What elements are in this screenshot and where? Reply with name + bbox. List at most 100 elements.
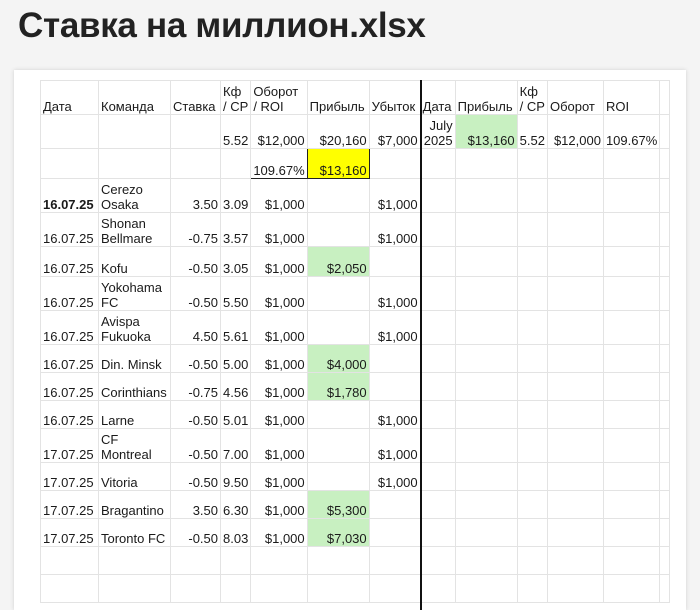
cell[interactable] <box>250 546 308 575</box>
cell[interactable] <box>98 546 171 575</box>
cell[interactable] <box>454 518 518 547</box>
bet-profit[interactable] <box>306 400 370 429</box>
total-roi[interactable]: 109.67% <box>250 148 308 179</box>
bet-kf[interactable]: 7.00 <box>219 428 252 463</box>
cell[interactable] <box>659 400 671 429</box>
net-profit[interactable]: $13,160 <box>306 148 370 179</box>
column-header[interactable]: Ставка <box>170 80 221 115</box>
cell[interactable] <box>419 490 456 519</box>
bet-turnover[interactable]: $1,000 <box>250 372 308 401</box>
bet-kf[interactable]: 8.03 <box>219 518 252 547</box>
cell[interactable] <box>516 546 548 575</box>
cell[interactable] <box>659 518 671 547</box>
cell[interactable] <box>659 574 671 603</box>
bet-profit[interactable]: $1,780 <box>306 372 370 401</box>
cell[interactable] <box>546 546 604 575</box>
bet-team[interactable]: Corinthians <box>98 372 171 401</box>
month-profit[interactable]: $13,160 <box>454 114 518 149</box>
bet-team[interactable]: Din. Minsk <box>98 344 171 373</box>
column-header[interactable]: Кф / СР <box>219 80 252 115</box>
bet-date[interactable]: 16.07.25 <box>40 178 99 213</box>
cell[interactable] <box>659 212 671 247</box>
cell[interactable] <box>419 400 456 429</box>
bet-stake[interactable]: -0.50 <box>170 518 221 547</box>
bet-kf[interactable]: 3.09 <box>219 178 252 213</box>
cell[interactable] <box>659 490 671 519</box>
bet-date[interactable]: 17.07.25 <box>40 518 99 547</box>
cell[interactable] <box>368 148 421 179</box>
cell[interactable] <box>546 276 604 311</box>
bet-stake[interactable]: -0.50 <box>170 428 221 463</box>
bet-loss[interactable]: $1,000 <box>368 462 421 491</box>
cell[interactable] <box>546 490 604 519</box>
month-turnover[interactable]: $12,000 <box>546 114 604 149</box>
cell[interactable] <box>516 428 548 463</box>
bet-loss[interactable]: $1,000 <box>368 276 421 311</box>
cell[interactable] <box>419 276 456 311</box>
cell[interactable] <box>454 400 518 429</box>
cell[interactable] <box>368 574 421 603</box>
cell[interactable] <box>516 574 548 603</box>
column-header[interactable]: Кф / СР <box>516 80 548 115</box>
cell[interactable] <box>419 462 456 491</box>
cell[interactable] <box>419 310 456 345</box>
cell[interactable] <box>546 178 604 213</box>
cell[interactable] <box>659 546 671 575</box>
cell[interactable] <box>219 148 252 179</box>
bet-turnover[interactable]: $1,000 <box>250 310 308 345</box>
cell[interactable] <box>546 462 604 491</box>
bet-kf[interactable]: 5.50 <box>219 276 252 311</box>
bet-date[interactable]: 16.07.25 <box>40 212 99 247</box>
bet-turnover[interactable]: $1,000 <box>250 276 308 311</box>
cell[interactable] <box>419 148 456 179</box>
bet-team[interactable]: Yokohama FC <box>98 276 171 311</box>
cell[interactable] <box>419 246 456 277</box>
cell[interactable] <box>659 462 671 491</box>
cell[interactable] <box>250 574 308 603</box>
cell[interactable] <box>40 574 99 603</box>
bet-stake[interactable]: 4.50 <box>170 310 221 345</box>
cell[interactable] <box>219 546 252 575</box>
cell[interactable] <box>454 490 518 519</box>
total-turnover[interactable]: $12,000 <box>250 114 308 149</box>
cell[interactable] <box>40 546 99 575</box>
cell[interactable] <box>516 310 548 345</box>
column-header[interactable]: ROI <box>602 80 661 115</box>
column-header[interactable]: Оборот <box>546 80 604 115</box>
bet-date[interactable]: 16.07.25 <box>40 310 99 345</box>
cell[interactable] <box>419 574 456 603</box>
bet-kf[interactable]: 4.56 <box>219 372 252 401</box>
cell[interactable] <box>516 212 548 247</box>
cell[interactable] <box>602 428 661 463</box>
month-date[interactable]: July 2025 <box>419 114 456 149</box>
bet-turnover[interactable]: $1,000 <box>250 490 308 519</box>
bet-team[interactable]: Cerezo Osaka <box>98 178 171 213</box>
bet-profit[interactable] <box>306 462 370 491</box>
total-profit[interactable]: $20,160 <box>306 114 370 149</box>
column-header[interactable]: Убыток <box>368 80 421 115</box>
cell[interactable] <box>419 344 456 373</box>
bet-kf[interactable]: 5.01 <box>219 400 252 429</box>
bet-loss[interactable] <box>368 518 421 547</box>
bet-turnover[interactable]: $1,000 <box>250 246 308 277</box>
cell[interactable] <box>454 212 518 247</box>
cell[interactable] <box>40 114 99 149</box>
cell[interactable] <box>454 246 518 277</box>
bet-turnover[interactable]: $1,000 <box>250 400 308 429</box>
cell[interactable] <box>659 246 671 277</box>
cell[interactable] <box>516 372 548 401</box>
bet-kf[interactable]: 5.61 <box>219 310 252 345</box>
cell[interactable] <box>516 518 548 547</box>
bet-stake[interactable]: 3.50 <box>170 178 221 213</box>
bet-profit[interactable]: $7,030 <box>306 518 370 547</box>
cell[interactable] <box>546 372 604 401</box>
bet-date[interactable]: 16.07.25 <box>40 400 99 429</box>
column-header[interactable]: Дата <box>40 80 99 115</box>
cell[interactable] <box>659 372 671 401</box>
cell[interactable] <box>419 518 456 547</box>
cell[interactable] <box>454 344 518 373</box>
bet-stake[interactable]: -0.75 <box>170 372 221 401</box>
cell[interactable] <box>546 344 604 373</box>
bet-team[interactable]: Toronto FC <box>98 518 171 547</box>
bet-stake[interactable]: -0.50 <box>170 400 221 429</box>
